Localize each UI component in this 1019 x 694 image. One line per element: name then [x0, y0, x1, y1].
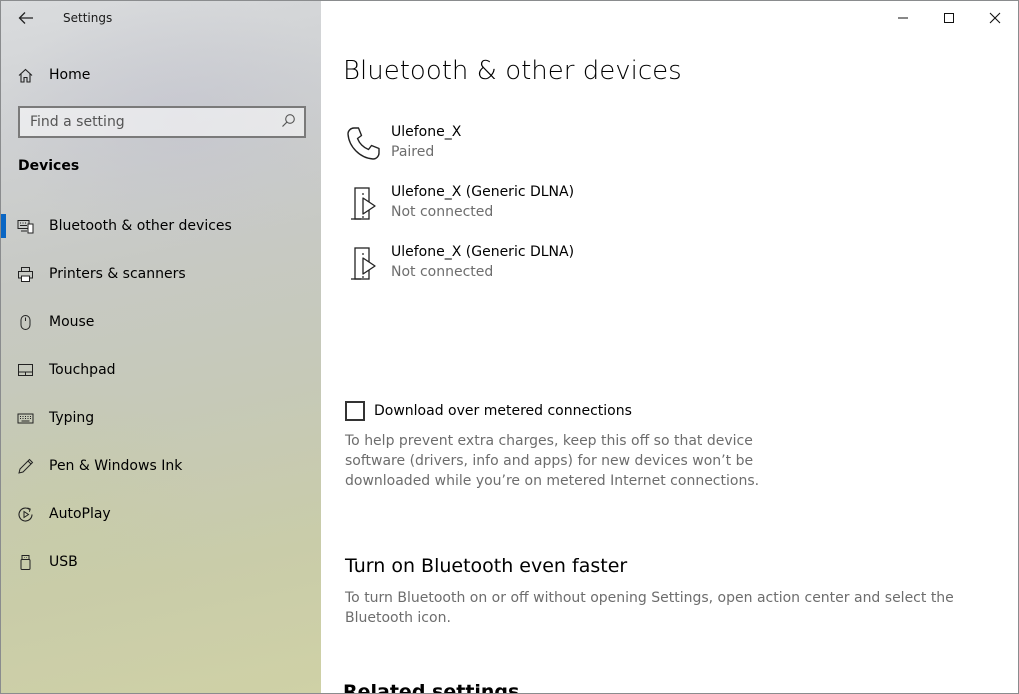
- sidebar-item-autoplay[interactable]: AutoPlay: [1, 490, 321, 538]
- nav-list: Bluetooth & other devices Printers & sca…: [1, 202, 321, 586]
- home-label: Home: [49, 67, 91, 83]
- sidebar-item-label: Printers & scanners: [49, 266, 186, 282]
- device-name: Ulefone_X (Generic DLNA): [391, 244, 575, 260]
- device-name: Ulefone_X: [391, 124, 462, 140]
- back-arrow-icon: [18, 12, 33, 24]
- sidebar-item-pen[interactable]: Pen & Windows Ink: [1, 442, 321, 490]
- bluetooth-devices-icon: [17, 218, 34, 235]
- maximize-button[interactable]: [926, 1, 972, 34]
- sidebar-item-label: Mouse: [49, 314, 95, 330]
- section-title-devices: Devices: [18, 158, 80, 174]
- sidebar-item-label: Touchpad: [49, 362, 116, 378]
- close-button[interactable]: [972, 1, 1018, 34]
- bluetooth-faster-help-text: To turn Bluetooth on or off without open…: [345, 590, 954, 626]
- window-controls: [880, 1, 1018, 34]
- sidebar-item-label: USB: [49, 554, 78, 570]
- printer-icon: [17, 266, 34, 283]
- close-icon: [989, 12, 1001, 23]
- search-icon[interactable]: [281, 113, 296, 132]
- device-status: Not connected: [391, 264, 494, 280]
- media-device-icon: [343, 184, 383, 224]
- autoplay-icon: [17, 506, 34, 523]
- related-settings-heading: Related settings: [343, 681, 520, 694]
- metered-connections-label: Download over metered connections: [374, 403, 632, 419]
- maximize-icon: [944, 12, 954, 23]
- main-content: Bluetooth & other devices Ulefone_X Pair…: [321, 0, 1019, 694]
- device-status: Paired: [391, 144, 435, 160]
- metered-connections-checkbox[interactable]: [345, 401, 365, 421]
- minimize-button[interactable]: [880, 1, 926, 34]
- device-status: Not connected: [391, 204, 494, 220]
- minimize-icon: [898, 17, 908, 18]
- home-icon: [17, 67, 34, 84]
- metered-help-text: To help prevent extra charges, keep this…: [345, 433, 760, 489]
- sidebar-item-label: Pen & Windows Ink: [49, 458, 183, 474]
- sidebar-item-printers[interactable]: Printers & scanners: [1, 250, 321, 298]
- back-button[interactable]: [11, 5, 41, 31]
- page-title: Bluetooth & other devices: [343, 56, 682, 86]
- bluetooth-faster-heading: Turn on Bluetooth even faster: [345, 555, 628, 577]
- media-device-icon: [343, 244, 383, 284]
- metered-connections-checkbox-row[interactable]: Download over metered connections: [345, 401, 632, 421]
- device-name: Ulefone_X (Generic DLNA): [391, 184, 575, 200]
- sidebar-item-usb[interactable]: USB: [1, 538, 321, 586]
- mouse-icon: [17, 314, 34, 331]
- keyboard-icon: [17, 410, 34, 427]
- app-title: Settings: [63, 11, 113, 25]
- sidebar-item-typing[interactable]: Typing: [1, 394, 321, 442]
- sidebar-item-label: Bluetooth & other devices: [49, 218, 232, 234]
- device-item[interactable]: Ulefone_X (Generic DLNA) Not connected: [343, 182, 763, 230]
- search-box[interactable]: [18, 106, 306, 138]
- touchpad-icon: [17, 362, 34, 379]
- phone-icon: [343, 124, 383, 164]
- sidebar-item-label: Typing: [49, 410, 95, 426]
- sidebar-item-mouse[interactable]: Mouse: [1, 298, 321, 346]
- search-input[interactable]: [30, 114, 281, 130]
- sidebar-item-label: AutoPlay: [49, 506, 111, 522]
- pen-icon: [17, 458, 34, 475]
- sidebar-item-home[interactable]: Home: [1, 58, 321, 92]
- device-item[interactable]: Ulefone_X (Generic DLNA) Not connected: [343, 242, 763, 290]
- sidebar-item-bluetooth[interactable]: Bluetooth & other devices: [1, 202, 321, 250]
- usb-icon: [17, 554, 34, 571]
- sidebar-item-touchpad[interactable]: Touchpad: [1, 346, 321, 394]
- device-item[interactable]: Ulefone_X Paired: [343, 122, 763, 170]
- sidebar: Settings Home Devices: [0, 0, 321, 694]
